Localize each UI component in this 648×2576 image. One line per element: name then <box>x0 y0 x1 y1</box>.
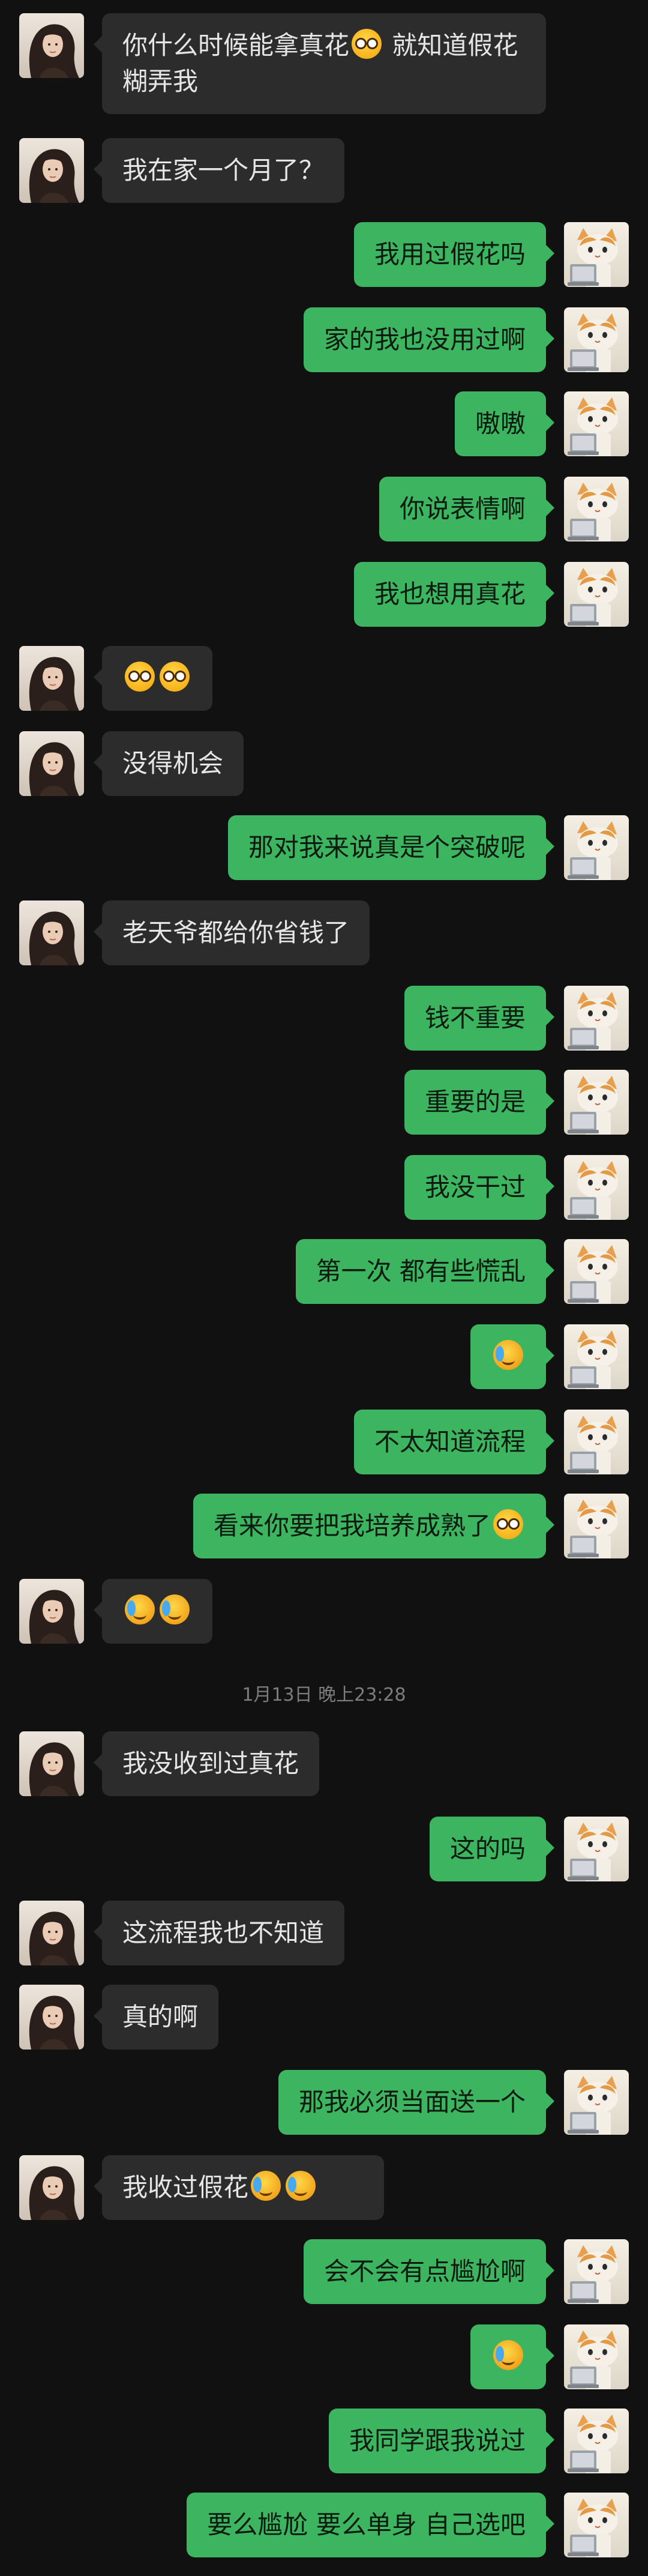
contact-avatar[interactable] <box>19 2155 84 2220</box>
message-text: 没得机会 <box>122 749 224 778</box>
contact-avatar[interactable] <box>19 1901 84 1965</box>
crying-laughing-emoji <box>251 2171 281 2201</box>
message-text: 我也想用真花 <box>374 579 526 609</box>
contact-avatar[interactable] <box>19 1579 84 1644</box>
my-avatar[interactable] <box>564 1155 629 1220</box>
message-text: 那对我来说真是个突破呢 <box>248 833 526 862</box>
message-text: 老天爷都给你省钱了 <box>122 918 350 947</box>
contact-avatar[interactable] <box>19 1985 84 2050</box>
message-text: 我同学跟我说过 <box>349 2426 526 2455</box>
message-text: 我没干过 <box>424 1172 526 1202</box>
my-avatar[interactable] <box>564 2070 629 2135</box>
timestamp: 1月13日 晚上23:28 <box>242 1685 406 1706</box>
message-text: 我没收到过真花 <box>122 1749 299 1778</box>
contact-avatar[interactable] <box>19 138 84 203</box>
crying-laughing-emoji <box>493 2340 523 2370</box>
message-bubble[interactable]: 第一次 都有些慌乱 <box>295 1239 555 1304</box>
message-bubble[interactable] <box>470 1324 554 1389</box>
message-text: 会不会有点尴尬啊 <box>323 2257 526 2286</box>
message-bubble[interactable]: 家的我也没用过啊 <box>303 307 555 372</box>
message-bubble[interactable]: 这的吗 <box>429 1817 555 1881</box>
message-bubble[interactable]: 老天爷都给你省钱了 <box>93 900 370 965</box>
message-text: 你什么时候能拿真花 <box>122 31 350 60</box>
contact-avatar[interactable] <box>19 646 84 711</box>
my-avatar[interactable] <box>564 2239 629 2304</box>
message-text: 真的啊 <box>122 2002 199 2032</box>
message-bubble[interactable]: 真的啊 <box>93 1985 219 2050</box>
message-bubble[interactable]: 看来你要把我培养成熟了 <box>193 1494 555 1558</box>
my-avatar[interactable] <box>564 2409 629 2473</box>
message-bubble[interactable]: 我在家一个月了？ <box>93 138 345 203</box>
message-bubble[interactable]: 会不会有点尴尬啊 <box>303 2239 555 2304</box>
my-avatar[interactable] <box>564 391 629 456</box>
message-text: 这的吗 <box>449 1834 526 1863</box>
message-text: 你说表情啊 <box>399 494 526 523</box>
contact-avatar[interactable] <box>19 13 84 78</box>
message-bubble[interactable]: 我用过假花吗 <box>353 222 555 287</box>
message-bubble[interactable]: 要么尴尬 要么单身 自己选吧 <box>187 2493 554 2557</box>
message-bubble[interactable]: 那对我来说真是个突破呢 <box>227 815 555 880</box>
chat-view: 1月13日 晚上23:28 你什么时候能拿真花 就知道假花糊弄我 我在家一个月了… <box>0 0 648 2576</box>
message-text: 重要的是 <box>424 1087 526 1117</box>
message-bubble[interactable]: 我也想用真花 <box>353 562 555 627</box>
message-text: 嗷嗷 <box>475 409 526 438</box>
my-avatar[interactable] <box>564 1324 629 1389</box>
message-text: 我用过假花吗 <box>374 240 526 269</box>
my-avatar[interactable] <box>564 1070 629 1135</box>
message-text: 那我必须当面送一个 <box>298 2087 526 2117</box>
message-bubble[interactable] <box>94 646 212 711</box>
message-text: 钱不重要 <box>424 1003 526 1033</box>
my-avatar[interactable] <box>564 2493 629 2557</box>
my-avatar[interactable] <box>564 815 629 880</box>
my-avatar[interactable] <box>564 1817 629 1881</box>
message-bubble[interactable]: 我收过假花 <box>94 2155 384 2220</box>
crying-laughing-emoji <box>286 2171 316 2201</box>
message-text: 家的我也没用过啊 <box>323 325 526 354</box>
flushed-emoji <box>493 1509 523 1539</box>
crying-laughing-emoji <box>125 1594 155 1624</box>
message-bubble[interactable] <box>94 1579 212 1644</box>
message-bubble[interactable]: 钱不重要 <box>404 986 555 1051</box>
contact-avatar[interactable] <box>19 1731 84 1796</box>
flushed-emoji <box>125 662 155 692</box>
crying-laughing-emoji <box>160 1594 190 1624</box>
my-avatar[interactable] <box>564 1239 629 1304</box>
message-bubble[interactable]: 你说表情啊 <box>379 477 555 541</box>
message-text: 我在家一个月了？ <box>122 155 325 185</box>
my-avatar[interactable] <box>564 562 629 627</box>
message-bubble[interactable]: 我没收到过真花 <box>93 1731 320 1796</box>
message-text: 看来你要把我培养成熟了 <box>213 1511 491 1540</box>
message-text: 我收过假花 <box>122 2173 249 2202</box>
message-text: 要么尴尬 要么单身 自己选吧 <box>207 2510 526 2539</box>
my-avatar[interactable] <box>564 2324 629 2389</box>
message-bubble[interactable]: 我同学跟我说过 <box>328 2409 555 2473</box>
message-bubble[interactable] <box>470 2324 554 2389</box>
my-avatar[interactable] <box>564 222 629 287</box>
message-text: 第一次 都有些慌乱 <box>316 1256 526 1286</box>
message-bubble[interactable]: 这流程我也不知道 <box>93 1901 345 1965</box>
my-avatar[interactable] <box>564 986 629 1051</box>
message-bubble[interactable]: 我没干过 <box>404 1155 555 1220</box>
my-avatar[interactable] <box>564 307 629 372</box>
flushed-emoji <box>352 29 382 59</box>
message-bubble[interactable]: 嗷嗷 <box>454 391 555 456</box>
flushed-emoji <box>160 662 190 692</box>
contact-avatar[interactable] <box>19 900 84 965</box>
message-text: 这流程我也不知道 <box>122 1918 325 1947</box>
crying-laughing-emoji <box>493 1340 523 1370</box>
my-avatar[interactable] <box>564 1410 629 1474</box>
message-bubble[interactable]: 不太知道流程 <box>353 1410 555 1474</box>
message-text: 不太知道流程 <box>374 1427 526 1456</box>
my-avatar[interactable] <box>564 1494 629 1558</box>
message-bubble[interactable]: 你什么时候能拿真花 就知道假花糊弄我 <box>94 13 546 114</box>
contact-avatar[interactable] <box>19 731 84 796</box>
my-avatar[interactable] <box>564 477 629 541</box>
message-bubble[interactable]: 那我必须当面送一个 <box>278 2070 555 2135</box>
message-bubble[interactable]: 重要的是 <box>404 1070 555 1135</box>
message-bubble[interactable]: 没得机会 <box>93 731 244 796</box>
